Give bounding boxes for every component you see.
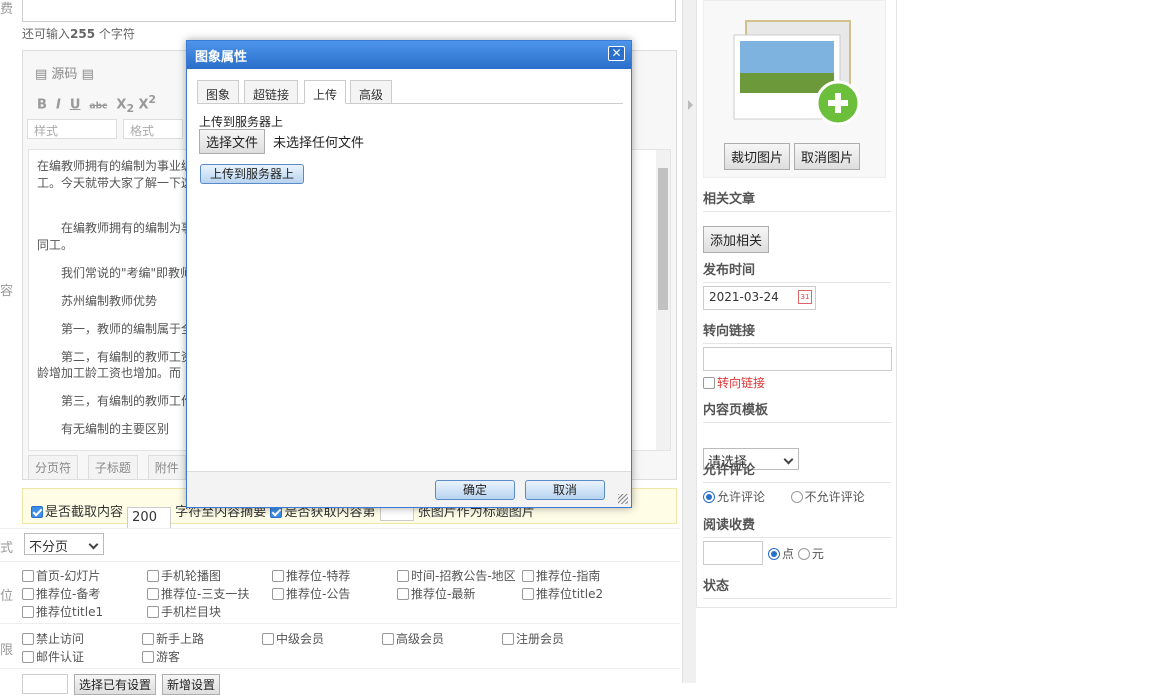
paragraph: 在编教师拥有的编制为事业编 <box>37 159 194 173</box>
paragraph: 有无编制的主要区别 <box>61 422 170 436</box>
status-title: 状态 <box>703 575 891 599</box>
editor-scrollbar[interactable] <box>656 150 670 450</box>
position-checkbox[interactable] <box>147 588 159 600</box>
summary-textarea[interactable] <box>22 0 676 22</box>
paragraph: 龄增加工龄工资也增加。而 <box>37 366 182 380</box>
redirect-url-input[interactable] <box>703 347 892 371</box>
format-buttons[interactable]: B I U abc X2 X2 <box>37 93 156 115</box>
calendar-icon[interactable]: 31 <box>798 290 812 304</box>
position-checkbox[interactable] <box>22 588 34 600</box>
cancel-button[interactable]: 取消 <box>525 480 605 500</box>
paragraph: 在编教师拥有的编制为事 <box>61 221 194 235</box>
dialog-title[interactable]: 图象属性 <box>187 41 631 69</box>
source-button[interactable]: ▤ 源码 ▤ <box>35 63 94 82</box>
permission-checkbox[interactable] <box>142 633 154 645</box>
file-status: 未选择任何文件 <box>273 136 365 151</box>
panel-splitter[interactable] <box>682 0 696 683</box>
tab-advanced[interactable]: 高级 <box>350 80 393 104</box>
permission-checkbox[interactable] <box>22 633 34 645</box>
cancel-image-button[interactable]: 取消图片 <box>794 143 861 170</box>
pubtime-title: 发布时间 <box>703 259 891 283</box>
extract-checkbox[interactable] <box>31 506 43 518</box>
disallow-comment-radio[interactable] <box>790 491 803 503</box>
ok-button[interactable]: 确定 <box>435 480 515 500</box>
image-placeholder-icon[interactable] <box>732 13 862 125</box>
position-checkbox[interactable] <box>147 606 159 618</box>
allow-comment-radio[interactable] <box>703 491 715 503</box>
position-checkbox[interactable] <box>272 570 284 582</box>
comment-options: 允许评论 不允许评论 <box>703 488 865 505</box>
fee-point-radio[interactable] <box>768 548 780 560</box>
permission-checkbox[interactable] <box>142 651 154 663</box>
close-icon[interactable]: ✕ <box>608 46 625 61</box>
redirect-title: 转向链接 <box>703 320 891 344</box>
label-fee: 费 <box>0 2 14 17</box>
position-checkbox[interactable] <box>272 588 284 600</box>
paragraph: 第一，教师的编制属于全 <box>61 322 194 336</box>
format-select[interactable]: 格式 <box>123 119 183 139</box>
position-checkbox[interactable] <box>522 570 534 582</box>
permission-checkbox[interactable] <box>382 633 394 645</box>
extract-length-input[interactable]: 200 <box>127 507 172 529</box>
position-checkbox[interactable] <box>397 570 409 582</box>
resize-handle-icon[interactable] <box>618 494 628 504</box>
position-checkbox[interactable] <box>147 570 159 582</box>
select-existing-setting-button[interactable]: 选择已有设置 <box>74 674 157 695</box>
position-checkbox[interactable] <box>397 588 409 600</box>
template-title: 内容页模板 <box>703 399 891 423</box>
label-style: 式 <box>0 541 14 556</box>
char-counter: 还可输入255 个字符 <box>22 27 135 41</box>
paragraph: 工。今天就带大家了解一下这 <box>37 176 194 190</box>
permission-checkbox[interactable] <box>262 633 274 645</box>
paragraph: 苏州编制教师优势 <box>61 294 158 308</box>
page-style-select[interactable]: 不分页 <box>24 533 104 555</box>
fee-input[interactable] <box>703 541 763 565</box>
style-select[interactable]: 样式 <box>27 119 117 139</box>
related-articles-title: 相关文章 <box>703 188 891 212</box>
position-checkbox[interactable] <box>22 570 34 582</box>
position-checkbox[interactable] <box>22 606 34 618</box>
paragraph: 第二，有编制的教师工资 <box>61 350 194 364</box>
pubtime-input[interactable]: 2021-03-24 31 <box>703 286 816 310</box>
paragraph: 第三，有编制的教师工作 <box>61 394 194 408</box>
choose-file-button[interactable]: 选择文件 <box>199 129 266 154</box>
tab-hyperlink[interactable]: 超链接 <box>244 80 299 104</box>
label-content: 容 <box>0 284 14 299</box>
upload-label: 上传到服务器上 <box>199 115 284 129</box>
add-related-button[interactable]: 添加相关 <box>703 226 770 253</box>
crop-image-button[interactable]: 裁切图片 <box>724 143 791 170</box>
label-limit: 限 <box>0 643 14 658</box>
permission-checkbox[interactable] <box>502 633 514 645</box>
upload-to-server-button[interactable]: 上传到服务器上 <box>200 164 304 184</box>
position-checkbox[interactable] <box>522 588 534 600</box>
setting-input[interactable] <box>22 674 68 694</box>
dialog-footer: 确定 取消 <box>187 471 631 507</box>
comment-title: 允许评论 <box>703 459 891 483</box>
collapse-arrow-icon[interactable] <box>688 100 693 110</box>
subtitle-button[interactable]: 子标题 <box>87 455 138 480</box>
permission-checkbox[interactable] <box>22 651 34 663</box>
redirect-checkbox-row[interactable]: 转向链接 <box>703 374 765 391</box>
image-properties-dialog: 图象属性 ✕ 图象 超链接 上传 高级 上传到服务器上 选择文件 未选择任何文件… <box>186 40 632 508</box>
label-position: 位 <box>0 589 14 604</box>
tab-image[interactable]: 图象 <box>197 80 240 104</box>
thumbnail-box: 裁切图片 取消图片 <box>703 0 886 178</box>
fee-unit-options: 点 元 <box>768 545 824 562</box>
new-setting-button[interactable]: 新增设置 <box>162 674 221 695</box>
fee-yuan-radio[interactable] <box>797 548 810 560</box>
tab-upload[interactable]: 上传 <box>304 80 347 104</box>
fee-title: 阅读收费 <box>703 514 891 538</box>
page-break-button[interactable]: 分页符 <box>28 455 79 480</box>
paragraph: 我们常说的"考编"即教师 <box>61 266 193 280</box>
editor-bottom-buttons: 分页符 子标题 附件 <box>28 455 186 480</box>
attachment-button[interactable]: 附件 <box>147 455 186 480</box>
paragraph: 同工。 <box>37 238 74 252</box>
